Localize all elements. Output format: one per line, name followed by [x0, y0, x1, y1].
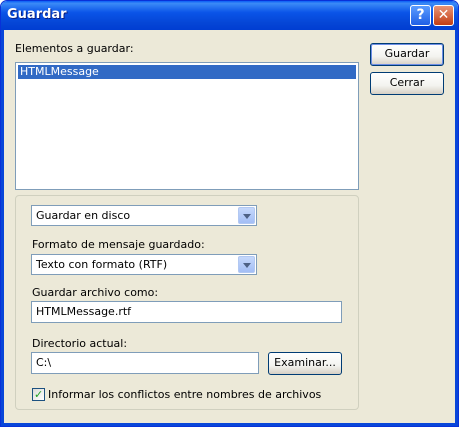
filename-label: Guardar archivo como:: [32, 286, 159, 299]
save-dialog-window: Guardar ? ✕ Elementos a guardar: HTMLMes…: [0, 0, 459, 427]
items-listbox[interactable]: HTMLMessage: [15, 62, 359, 190]
format-select[interactable]: Texto con formato (RTF): [31, 254, 257, 275]
report-conflicts-checkbox[interactable]: ✓: [32, 388, 45, 401]
filename-input[interactable]: HTMLMessage.rtf: [31, 301, 342, 323]
window-title: Guardar: [7, 7, 67, 22]
title-bar[interactable]: Guardar ? ✕: [1, 1, 458, 30]
format-value: Texto con formato (RTF): [36, 258, 168, 271]
chevron-down-icon[interactable]: [238, 207, 255, 224]
browse-button[interactable]: Examinar...: [268, 352, 342, 375]
help-icon[interactable]: ?: [410, 5, 431, 26]
save-button[interactable]: Guardar: [370, 43, 444, 66]
window-frame-left: [1, 30, 4, 426]
format-label: Formato de mensaje guardado:: [32, 238, 205, 251]
list-item[interactable]: HTMLMessage: [18, 65, 356, 79]
checkmark-icon: ✓: [34, 388, 44, 401]
window-frame-right: [455, 30, 458, 426]
chevron-down-icon[interactable]: [238, 256, 255, 273]
close-button[interactable]: Cerrar: [370, 72, 444, 95]
save-destination-value: Guardar en disco: [36, 209, 131, 222]
window-frame-bottom: [1, 423, 458, 426]
directory-label: Directorio actual:: [32, 337, 128, 350]
directory-input[interactable]: C:\: [31, 352, 259, 374]
save-destination-select[interactable]: Guardar en disco: [31, 205, 257, 226]
report-conflicts-label[interactable]: Informar los conflictos entre nombres de…: [48, 388, 321, 401]
close-icon[interactable]: ✕: [433, 5, 454, 26]
items-label: Elementos a guardar:: [15, 42, 134, 55]
